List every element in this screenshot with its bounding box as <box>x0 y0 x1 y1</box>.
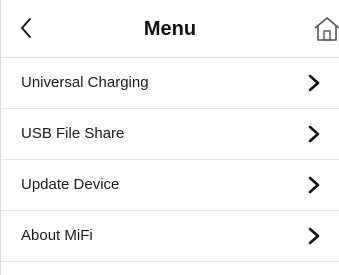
menu-item-label: Universal Charging <box>21 74 149 91</box>
menu-item-usb-file-share[interactable]: USB File Share <box>1 109 339 160</box>
menu-list: Universal Charging USB File Share Update… <box>1 58 339 262</box>
menu-item-label: Update Device <box>21 176 120 193</box>
chevron-left-icon <box>21 18 31 38</box>
chevron-right-icon <box>308 227 320 245</box>
menu-screen: Menu Universal Charging USB File Share U… <box>0 0 339 275</box>
page-title: Menu <box>143 18 197 40</box>
chevron-right-icon <box>308 74 320 92</box>
home-icon <box>314 17 339 41</box>
menu-item-label: USB File Share <box>21 125 125 142</box>
home-button[interactable] <box>313 15 339 43</box>
menu-item-update-device[interactable]: Update Device <box>1 160 339 211</box>
chevron-right-icon <box>308 176 320 194</box>
chevron-right-icon <box>308 125 320 143</box>
back-button[interactable] <box>11 13 41 43</box>
menu-item-universal-charging[interactable]: Universal Charging <box>1 58 339 109</box>
menu-item-label: About MiFi <box>21 227 93 244</box>
menu-item-about-mifi[interactable]: About MiFi <box>1 211 339 262</box>
header-bar: Menu <box>1 0 339 58</box>
